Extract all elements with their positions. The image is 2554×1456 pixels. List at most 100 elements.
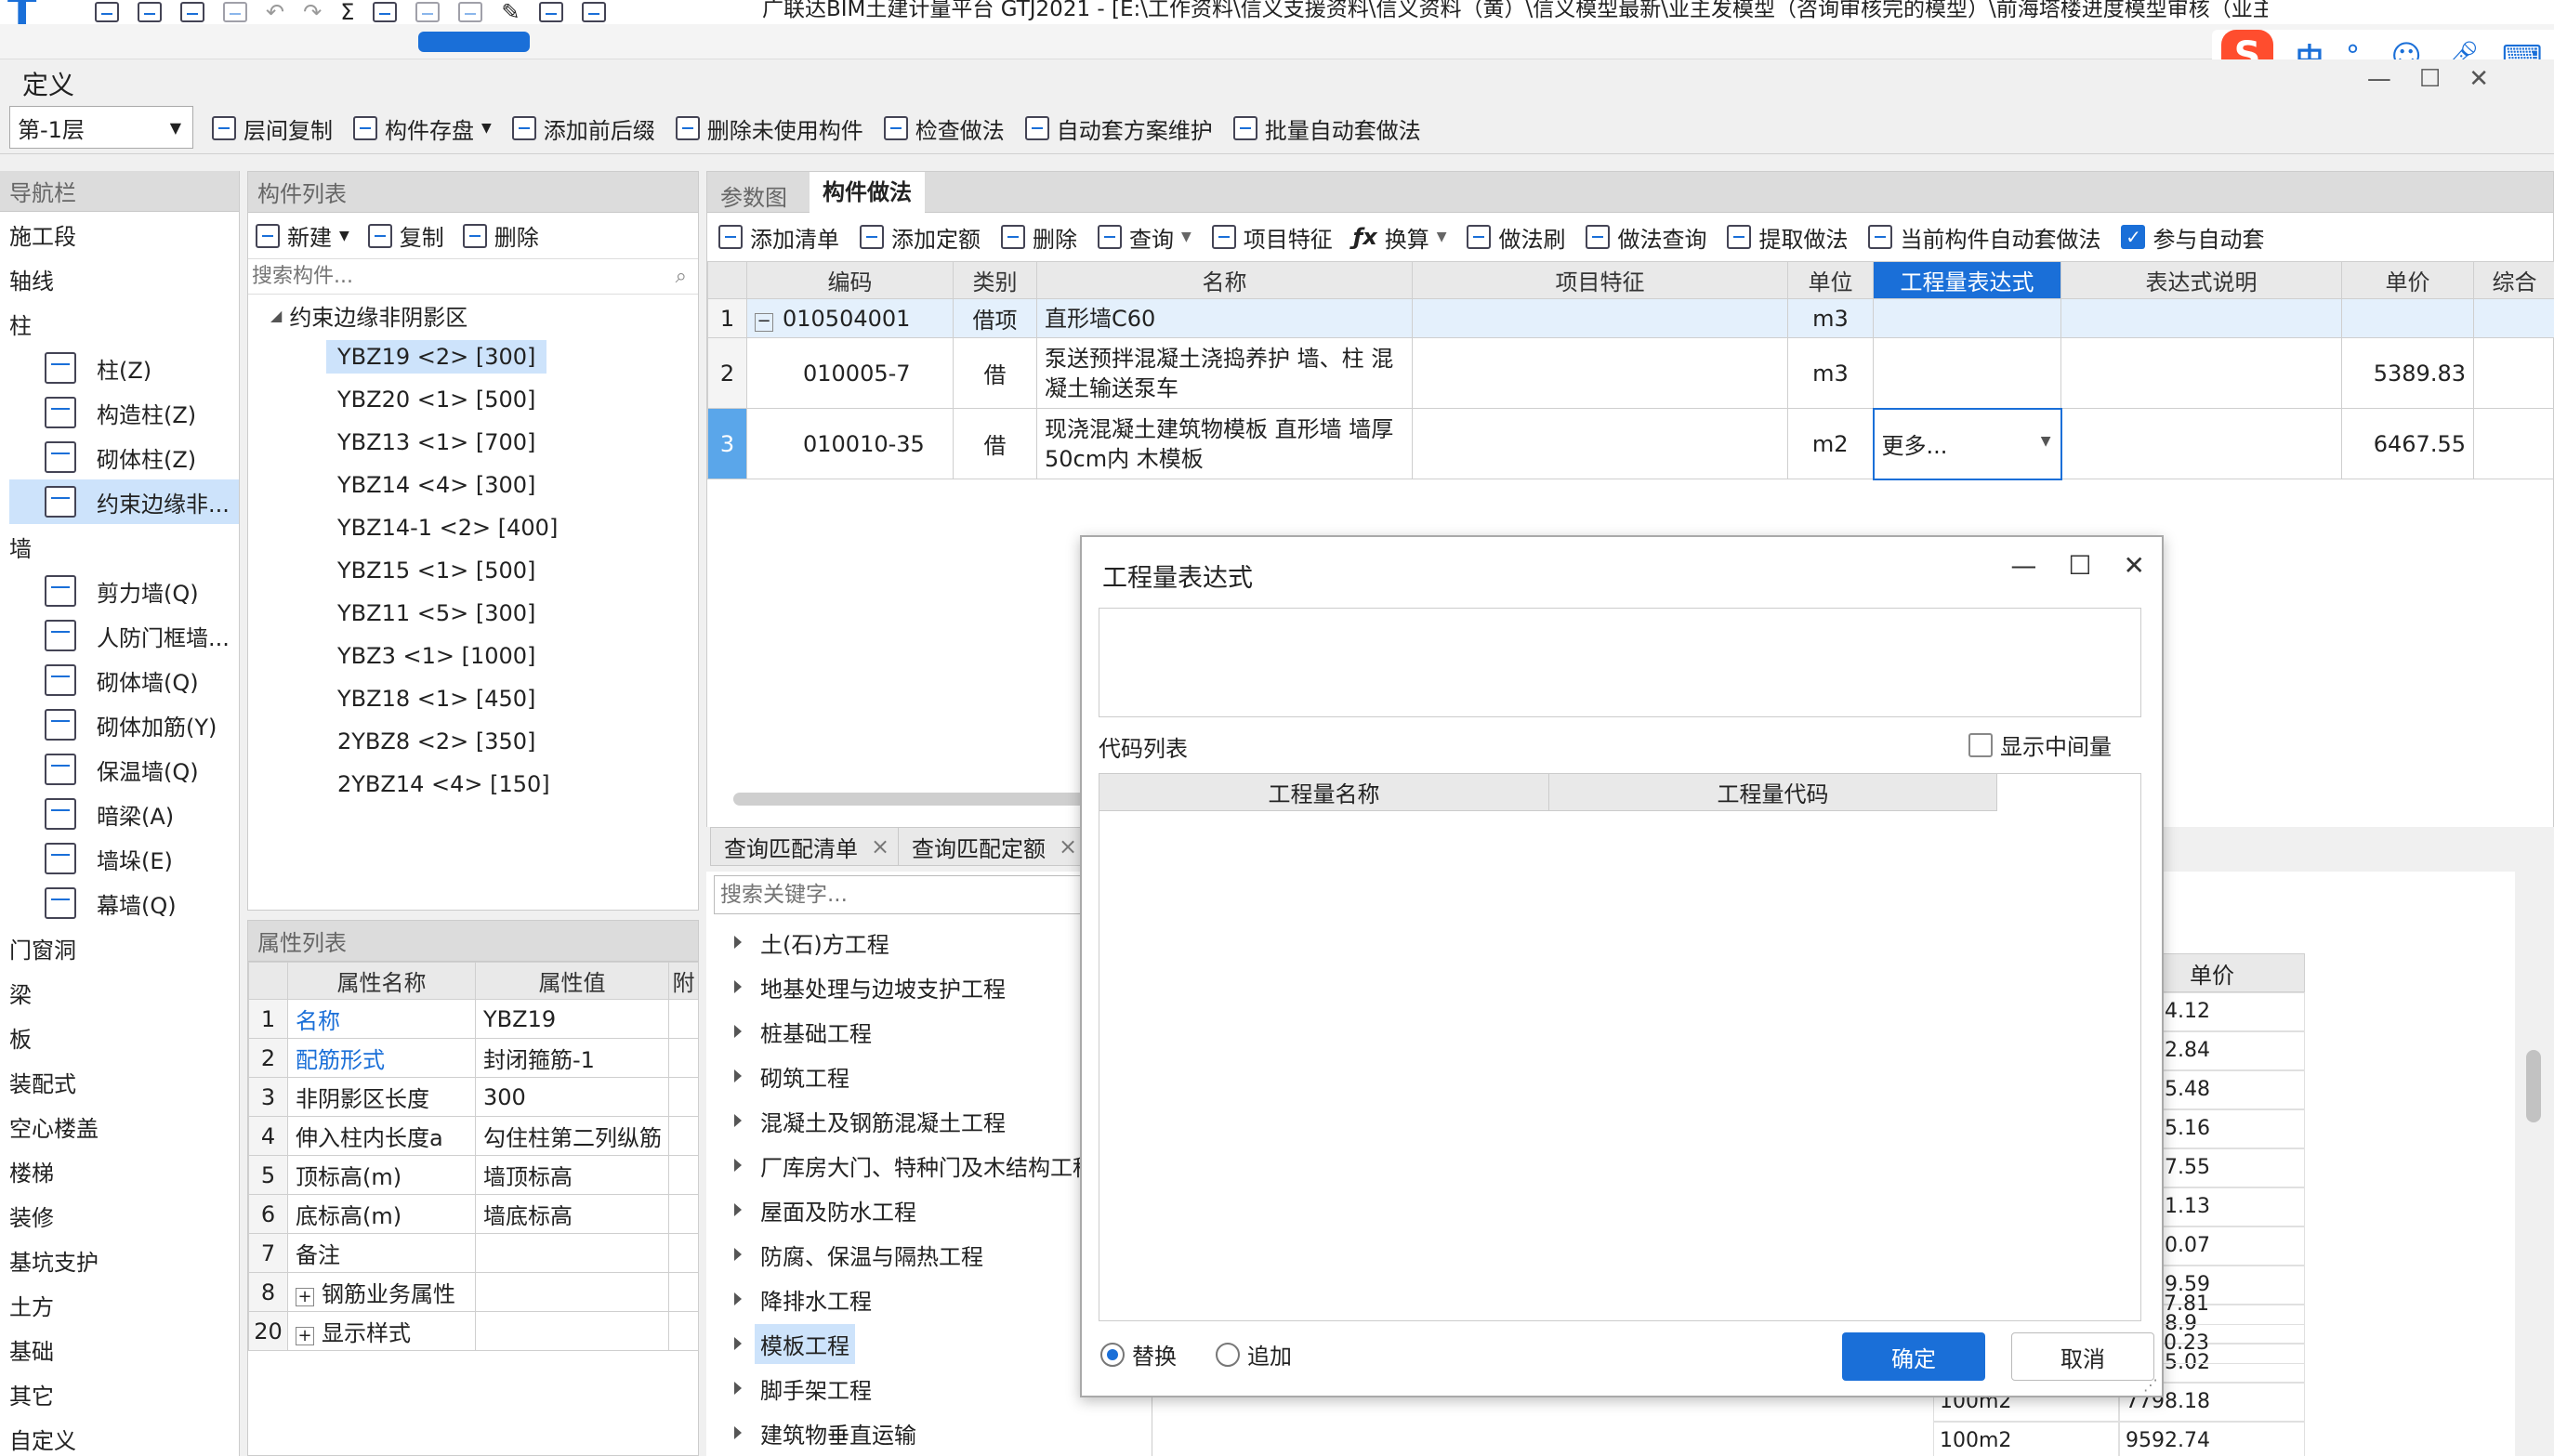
property-extra-cell[interactable] [668,1194,699,1234]
close-icon[interactable]: × [871,833,889,859]
nav-item[interactable]: 自定义 [9,1416,239,1456]
method-expression[interactable]: 更多... ▼ [1872,407,2062,480]
batch-auto-method-button[interactable]: 批量自动套做法 [1232,112,1421,145]
property-extra-cell[interactable] [668,1077,699,1117]
participate-auto-checkbox[interactable]: ✓ 参与自动套 [2121,221,2264,254]
component-search-input[interactable] [248,259,698,293]
method-query-button[interactable]: 做法查询 [1586,221,1706,254]
expand-arrow-icon[interactable] [734,1069,742,1082]
property-row[interactable]: 1 名称 YBZ19 [248,999,699,1039]
method-feature[interactable] [1412,408,1788,479]
property-value[interactable] [475,1233,669,1273]
nav-item[interactable]: 柱 [9,301,239,346]
method-expression[interactable] [1873,337,2061,409]
save-component-button[interactable]: 构件存盘 ▼ [353,112,492,145]
property-extra-cell[interactable] [668,1272,699,1312]
add-bill-button[interactable]: 添加清单 [718,221,839,254]
component-item[interactable]: YBZ19 <2> [300] [248,335,698,378]
sync-icon[interactable] [581,2,606,22]
expand-arrow-icon[interactable]: ◢ [270,307,282,324]
nav-item[interactable]: 墙垛(E) [9,836,239,881]
method-expression-desc[interactable] [2060,298,2342,338]
checkbox-checked-icon[interactable]: ✓ [2121,225,2146,249]
method-name[interactable]: 现浇混凝土建筑物模板 直形墙 墙厚50cm内 木模板 [1036,408,1413,479]
expand-arrow-icon[interactable] [734,1114,742,1127]
method-row[interactable]: 2 010005-7 借泵送预拌混凝土浇捣养护 墙、柱 混凝土输送泵车 m3 5389.… [707,337,2554,409]
nav-item[interactable]: 构造柱(Z) [9,390,239,435]
expand-arrow-icon[interactable] [734,1203,742,1216]
property-value[interactable] [475,1311,669,1351]
expand-arrow-icon[interactable] [734,936,742,949]
method-expression-desc[interactable] [2060,408,2342,479]
method-name[interactable]: 直形墙C60 [1036,298,1413,338]
floor-select[interactable]: 第-1层 ▼ [9,106,193,149]
delete-component-button[interactable]: 删除 [462,219,539,252]
tab-query-bill[interactable]: 查询匹配清单 × [710,827,904,866]
tab-component-method[interactable]: 构件做法 [810,172,925,213]
expand-icon[interactable]: + [296,1327,314,1345]
auto-scheme-button[interactable]: 自动套方案维护 [1024,112,1213,145]
replace-radio[interactable] [1100,1342,1125,1367]
copy-component-button[interactable]: 复制 [367,219,444,252]
nav-item[interactable]: 基础 [9,1327,239,1371]
item-feature-button[interactable]: 项目特征 [1211,221,1333,254]
dropdown-arrow-icon[interactable]: ▼ [1181,230,1191,244]
property-extra-cell[interactable] [668,1116,699,1156]
close-icon[interactable]: ✕ [2124,550,2145,581]
expand-arrow-icon[interactable] [734,1382,742,1395]
component-item[interactable]: YBZ15 <1> [500] [248,549,698,592]
property-value[interactable]: 墙顶标高 [475,1155,669,1195]
delete-unused-button[interactable]: 删除未使用构件 [675,112,863,145]
component-item[interactable]: YBZ20 <1> [500] [248,378,698,421]
nav-item[interactable]: 梁 [9,970,239,1015]
property-row[interactable]: 6 底标高(m) 墙底标高 [248,1194,699,1234]
sum-icon[interactable]: Σ [340,0,354,25]
nav-item[interactable]: 板 [9,1015,239,1059]
table-icon[interactable] [538,2,563,22]
component-item[interactable]: YBZ14 <4> [300] [248,464,698,506]
component-group[interactable]: ◢ 约束边缘非阴影区 [248,295,698,335]
nav-item[interactable]: 轴线 [9,256,239,301]
property-extra-cell[interactable] [668,1155,699,1195]
component-item[interactable]: 2YBZ8 <2> [350] [248,720,698,763]
resize-grip-icon[interactable]: ⋰ [2143,1376,2158,1394]
dropdown-arrow-icon[interactable]: ▼ [1437,230,1447,244]
search-icon[interactable]: ⌕ [676,265,687,288]
component-item[interactable]: YBZ18 <1> [450] [248,677,698,720]
show-intermediate-checkbox-box[interactable] [1968,732,1993,757]
method-brush-button[interactable]: 做法刷 [1467,221,1565,254]
nav-item[interactable]: 土方 [9,1282,239,1327]
component-item[interactable]: YBZ3 <1> [1000] [248,635,698,677]
save-icon[interactable] [223,2,247,22]
property-row[interactable]: 20 + 显示样式 [248,1311,699,1351]
nav-item[interactable]: 装配式 [9,1059,239,1104]
cancel-button[interactable]: 取消 [2011,1332,2154,1381]
expand-arrow-icon[interactable] [734,1248,742,1261]
nav-item[interactable]: 暗梁(A) [9,792,239,836]
upload-icon[interactable] [95,2,119,22]
component-item[interactable]: 2YBZ14 <4> [150] [248,763,698,806]
expand-icon[interactable]: + [296,1288,314,1306]
grid-icon[interactable] [415,2,441,22]
query-search-input[interactable] [714,875,1123,914]
undo-icon[interactable]: ↶ [266,0,284,25]
nav-item[interactable]: 幕墙(Q) [9,881,239,925]
chevron-down-icon[interactable]: ▼ [2041,434,2051,449]
list-icon[interactable] [373,2,398,22]
collapse-icon[interactable]: − [755,312,773,332]
query-tree-item[interactable]: 建筑物垂直运输 [706,1410,1152,1455]
copy-between-floors-button[interactable]: 层间复制 [212,112,333,145]
expand-arrow-icon[interactable] [734,1025,742,1038]
show-intermediate-checkbox[interactable]: 显示中间量 [1968,728,2112,761]
property-row[interactable]: 5 顶标高(m) 墙顶标高 [248,1155,699,1195]
property-extra-cell[interactable] [668,1038,699,1078]
nav-item[interactable]: 砌体墙(Q) [9,658,239,702]
nav-item[interactable]: 砌体加筋(Y) [9,702,239,747]
ok-button[interactable]: 确定 [1842,1332,1985,1381]
expand-arrow-icon[interactable] [734,1292,742,1305]
scroll-thumb[interactable] [2526,1050,2541,1122]
expand-arrow-icon[interactable] [734,1426,742,1439]
method-row[interactable]: 1−010504001 借项 直形墙C60 m3 [707,298,2554,338]
query-vertical-scrollbar[interactable] [2515,827,2554,1456]
add-quota-button[interactable]: 添加定额 [860,221,981,254]
